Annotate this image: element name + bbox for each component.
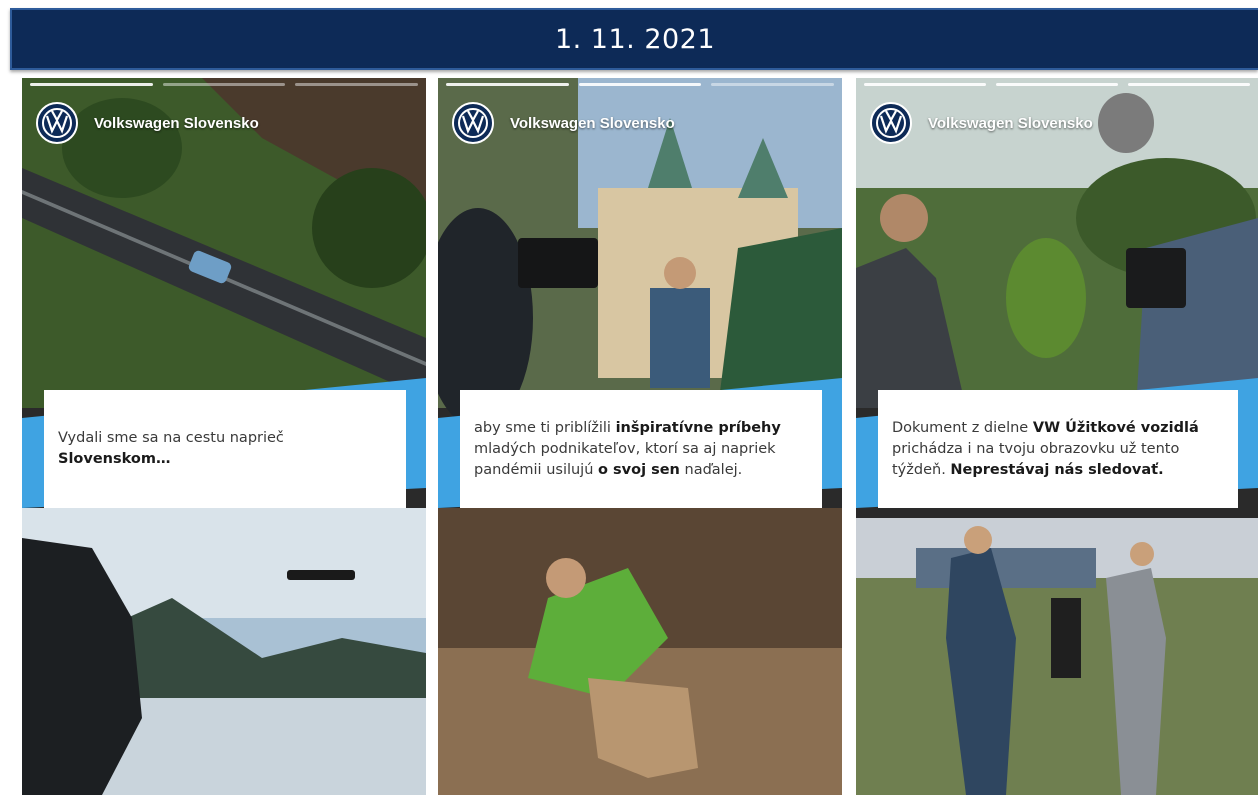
progress-segment — [30, 83, 153, 86]
caption-text: aby sme ti priblížili inšpiratívne príbe… — [474, 418, 808, 481]
account-name[interactable]: Volkswagen Slovensko — [510, 115, 675, 132]
progress-segment — [295, 83, 419, 86]
story-progress — [864, 83, 1250, 86]
caption-bold-run: inšpiratívne príbehy — [615, 419, 781, 436]
progress-segment — [446, 83, 569, 86]
caption-bold-run: Slovenskom… — [58, 451, 171, 467]
progress-segment — [162, 83, 286, 86]
story-caption: Vydali sme sa na cestu naprieč Slovensko… — [44, 390, 406, 508]
story-progress — [30, 83, 419, 86]
story-card-3[interactable]: Volkswagen Slovensko Dokument z dielne V… — [856, 78, 1258, 795]
story-caption: aby sme ti priblížili inšpiratívne príbe… — [460, 390, 822, 508]
progress-segment — [578, 83, 702, 86]
account-name[interactable]: Volkswagen Slovensko — [928, 115, 1093, 132]
date-banner: 1. 11. 2021 — [10, 8, 1258, 70]
caption-bold-run: VW Úžitkové vozidlá — [1032, 419, 1199, 436]
vw-logo-icon[interactable] — [870, 102, 912, 144]
story-progress — [446, 83, 835, 86]
caption-bold-run: Neprestávaj nás sledovať. — [950, 461, 1164, 478]
account-name[interactable]: Volkswagen Slovensko — [94, 115, 259, 132]
caption-run: Dokument z dielne — [892, 419, 1033, 436]
story-card-1[interactable]: Volkswagen Slovensko Vydali sme sa na ce… — [22, 78, 426, 795]
story-header[interactable]: Volkswagen Slovensko — [36, 102, 259, 144]
caption-run: Vydali sme sa na cestu naprieč — [58, 430, 284, 446]
vw-logo-icon[interactable] — [36, 102, 78, 144]
story-card-2[interactable]: Volkswagen Slovensko aby sme ti priblíži… — [438, 78, 842, 795]
caption-run: aby sme ti priblížili — [474, 419, 616, 436]
progress-segment — [864, 83, 986, 86]
progress-segment — [711, 83, 835, 86]
vw-logo-icon[interactable] — [452, 102, 494, 144]
story-header[interactable]: Volkswagen Slovensko — [452, 102, 675, 144]
progress-segment — [1128, 83, 1250, 86]
caption-text: Dokument z dielne VW Úžitkové vozidlá pr… — [892, 418, 1224, 481]
caption-bold-run: o svoj sen — [598, 461, 680, 478]
story-caption: Dokument z dielne VW Úžitkové vozidlá pr… — [878, 390, 1238, 508]
caption-run: naďalej. — [679, 461, 743, 478]
progress-segment — [996, 83, 1118, 86]
date-label: 1. 11. 2021 — [554, 23, 716, 55]
story-header[interactable]: Volkswagen Slovensko — [870, 102, 1093, 144]
caption-text: Vydali sme sa na cestu naprieč Slovensko… — [58, 428, 392, 470]
